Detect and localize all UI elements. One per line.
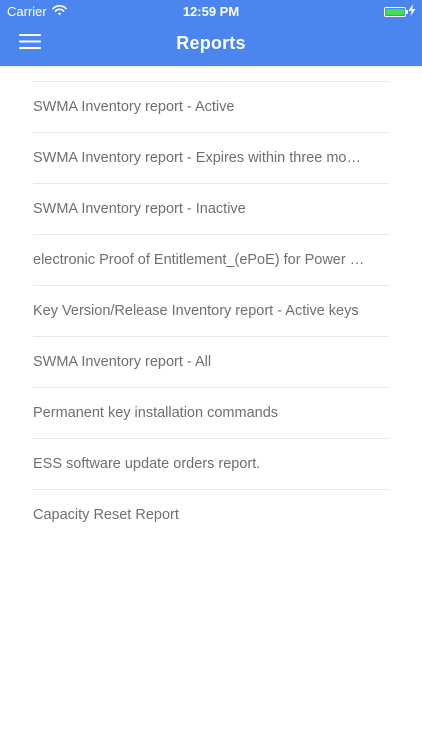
report-item-ess-update-orders[interactable]: ESS software update orders report. xyxy=(33,439,389,490)
report-label: ESS software update orders report. xyxy=(33,456,261,472)
report-label: SWMA Inventory report - Active xyxy=(33,99,235,115)
reports-screen: Carrier 12:59 PM Reports SWMA Inventory … xyxy=(0,0,422,750)
report-item-swma-all[interactable]: SWMA Inventory report - All xyxy=(33,337,389,388)
report-item-swma-expiring[interactable]: SWMA Inventory report - Expires within t… xyxy=(33,133,389,184)
report-item-epoe-power[interactable]: electronic Proof of Entitlement_(ePoE) f… xyxy=(33,235,389,286)
app-header: Carrier 12:59 PM Reports xyxy=(0,0,422,66)
page-title: Reports xyxy=(176,33,246,53)
battery-icon xyxy=(384,6,408,17)
charging-bolt-icon xyxy=(408,4,416,19)
report-list: SWMA Inventory report - Active SWMA Inve… xyxy=(33,81,389,540)
battery-level xyxy=(386,8,404,15)
report-item-swma-inactive[interactable]: SWMA Inventory report - Inactive xyxy=(33,184,389,235)
report-label: electronic Proof of Entitlement_(ePoE) f… xyxy=(33,252,369,268)
report-label: SWMA Inventory report - Inactive xyxy=(33,201,246,217)
navigation-bar: Reports xyxy=(0,22,422,66)
report-label: SWMA Inventory report - All xyxy=(33,354,212,370)
report-label: Permanent key installation commands xyxy=(33,405,279,421)
report-label: Capacity Reset Report xyxy=(33,507,179,523)
battery-indicator xyxy=(384,4,416,19)
report-item-key-version-active[interactable]: Key Version/Release Inventory report - A… xyxy=(33,286,389,337)
status-time: 12:59 PM xyxy=(182,4,240,19)
report-item-permanent-key-commands[interactable]: Permanent key installation commands xyxy=(33,388,389,439)
report-label: Key Version/Release Inventory report - A… xyxy=(33,303,359,319)
report-label: SWMA Inventory report - Expires within t… xyxy=(33,150,369,166)
status-bar: Carrier 12:59 PM xyxy=(0,0,422,22)
report-item-swma-active[interactable]: SWMA Inventory report - Active xyxy=(33,82,389,133)
report-item-capacity-reset[interactable]: Capacity Reset Report xyxy=(33,490,389,540)
